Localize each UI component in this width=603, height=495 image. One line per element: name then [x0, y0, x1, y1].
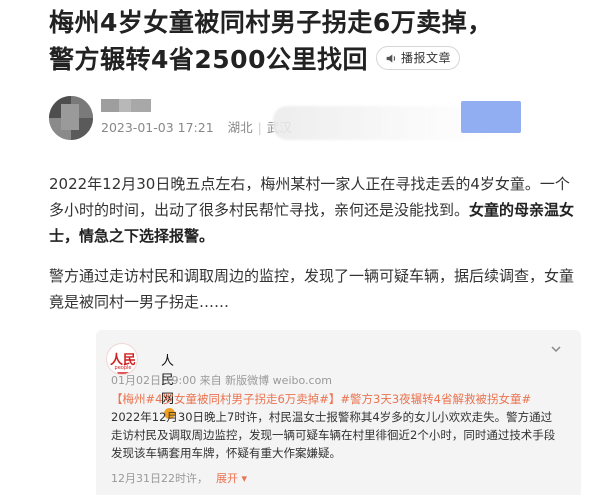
weibo-post-text: 【梅州#4岁女童被同村男子拐走6万卖掉#】#警方3天3夜辗转4省解救被拐女童# … [111, 390, 563, 462]
paragraph-2: 警方通过走访村民和调取周边的监控，发现了一辆可疑车辆，据后续调查，女童竟是被同村… [49, 267, 575, 311]
weibo-topic-2[interactable]: #警方3天3夜辗转4省解救被拐女童# [340, 392, 531, 406]
article-title: 梅州4岁女童被同村男子拐走6万卖掉， 警方辗转4省2500公里找回 播报文章 [49, 4, 589, 78]
weibo-topic-1[interactable]: 【梅州#4岁女童被同村男子拐走6万卖掉#】 [111, 392, 340, 406]
speaker-icon [386, 53, 396, 63]
title-line-1: 梅州4岁女童被同村男子拐走6万卖掉， [49, 8, 493, 37]
renminwang-logo[interactable]: 人民网 people [106, 343, 138, 375]
listen-article-button[interactable]: 播报文章 [375, 46, 460, 70]
weibo-footer-time: 12月31日22时许， [111, 472, 208, 485]
weibo-post-body: 2022年12月30日晚上7时许，村民温女士报警称其4岁多的女儿小欢欢走失。警方… [111, 410, 556, 460]
follow-button-redacted[interactable] [461, 101, 521, 133]
author-row: 2023-01-03 17:21 湖北|武汉 [49, 96, 603, 140]
title-line-2-text: 警方辗转4省2500公里找回 [49, 45, 368, 74]
paragraph-1: 2022年12月30日晚五点左右，梅州某村一家人正在寻找走丢的4岁女童。一个多小… [49, 171, 579, 249]
expand-link[interactable]: 展开 ▾ [216, 472, 247, 485]
listen-article-label: 播报文章 [400, 50, 451, 65]
chevron-down-icon[interactable] [549, 342, 563, 356]
author-name-redacted[interactable] [101, 99, 151, 112]
weibo-post-meta: 01月02日 19:00 来自 新版微博 weibo.com [111, 374, 333, 387]
weibo-post-footer: 12月31日22时许， 展开 ▾ [111, 470, 247, 486]
region: 湖北 [227, 120, 253, 135]
weibo-embed-card[interactable]: 人民网 people 人民网 01月02日 19:00 来自 新版微博 weib… [96, 330, 581, 495]
expand-label: 展开 [216, 472, 238, 485]
redacted-area [273, 106, 493, 140]
article-meta: 2023-01-03 17:21 湖北|武汉 [101, 117, 292, 136]
logo-subtext: people [114, 365, 132, 371]
publish-date: 2023-01-03 17:21 [101, 120, 214, 135]
avatar[interactable] [49, 96, 93, 140]
title-line-2: 警方辗转4省2500公里找回 播报文章 [49, 41, 589, 78]
